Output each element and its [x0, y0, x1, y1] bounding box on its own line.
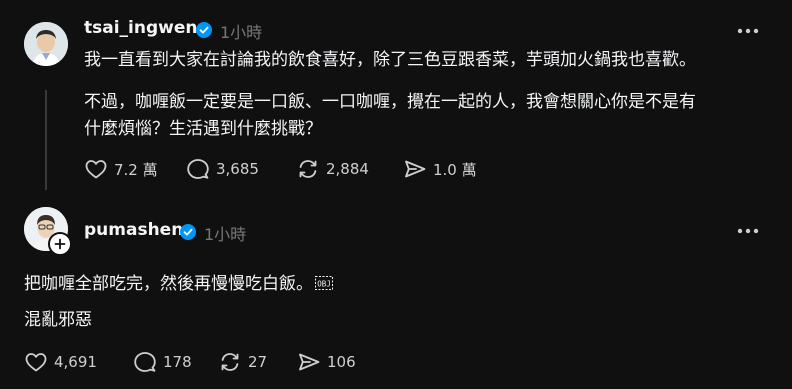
post-username[interactable]: tsai_ingwen: [84, 18, 197, 38]
reply-share-button[interactable]: 106: [297, 350, 356, 374]
like-button[interactable]: 7.2 萬: [84, 157, 158, 181]
reply-repost-count: 27: [248, 353, 268, 371]
thread-line: [45, 90, 47, 190]
follow-plus-icon[interactable]: [48, 232, 72, 256]
reply-comment-button[interactable]: 178: [133, 350, 192, 374]
reply-line-1: 把咖喱全部吃完，然後再慢慢吃白飯。: [24, 274, 313, 294]
share-icon: [405, 160, 426, 178]
object-replacement-icon: OBJ: [315, 276, 333, 290]
repost-button[interactable]: 2,884: [296, 157, 369, 181]
reply-comment-count: 178: [163, 353, 192, 371]
repost-count: 2,884: [326, 160, 369, 178]
repost-icon: [221, 353, 239, 371]
heart-icon: [85, 160, 107, 179]
svg-text:OBJ: OBJ: [317, 280, 331, 289]
heart-icon: [25, 353, 47, 372]
comment-icon: [134, 352, 156, 372]
reply-username[interactable]: pumashen: [84, 220, 183, 240]
share-count: 1.0 萬: [433, 160, 477, 179]
post-avatar[interactable]: [24, 22, 68, 66]
repost-icon: [299, 160, 317, 178]
more-icon[interactable]: [737, 228, 759, 234]
reply-like-button[interactable]: 4,691: [24, 350, 97, 374]
share-button[interactable]: 1.0 萬: [403, 157, 477, 181]
verified-icon: [180, 224, 196, 240]
more-icon[interactable]: [737, 28, 759, 34]
plus-icon: [54, 238, 66, 250]
post-paragraph-1: 我一直看到大家在討論我的飲食喜好，除了三色豆跟香菜，芋頭加火鍋我也喜歡。: [84, 50, 696, 70]
post-avatar-image: [24, 22, 68, 66]
share-icon: [299, 353, 320, 371]
reply-time[interactable]: 1小時: [204, 221, 246, 245]
post-paragraph-2-line-1: 不過，咖喱飯一定要是一口飯、一口咖喱，攪在一起的人，我會想關心你是不是有: [84, 92, 696, 112]
comment-button[interactable]: 3,685: [186, 157, 259, 181]
post-paragraph-2-line-2: 什麼煩惱？生活遇到什麼挑戰？: [84, 119, 322, 139]
comment-count: 3,685: [216, 160, 259, 178]
verified-icon: [196, 22, 212, 38]
reply-repost-button[interactable]: 27: [218, 350, 267, 374]
reply-line-2: 混亂邪惡: [24, 310, 92, 330]
reply-like-count: 4,691: [54, 353, 97, 371]
reply-share-count: 106: [327, 353, 356, 371]
reply-text-line-1: 把咖喱全部吃完，然後再慢慢吃白飯。 OBJ: [24, 270, 333, 298]
comment-icon: [187, 159, 209, 179]
post-time[interactable]: 1小時: [220, 19, 262, 43]
like-count: 7.2 萬: [114, 160, 158, 179]
